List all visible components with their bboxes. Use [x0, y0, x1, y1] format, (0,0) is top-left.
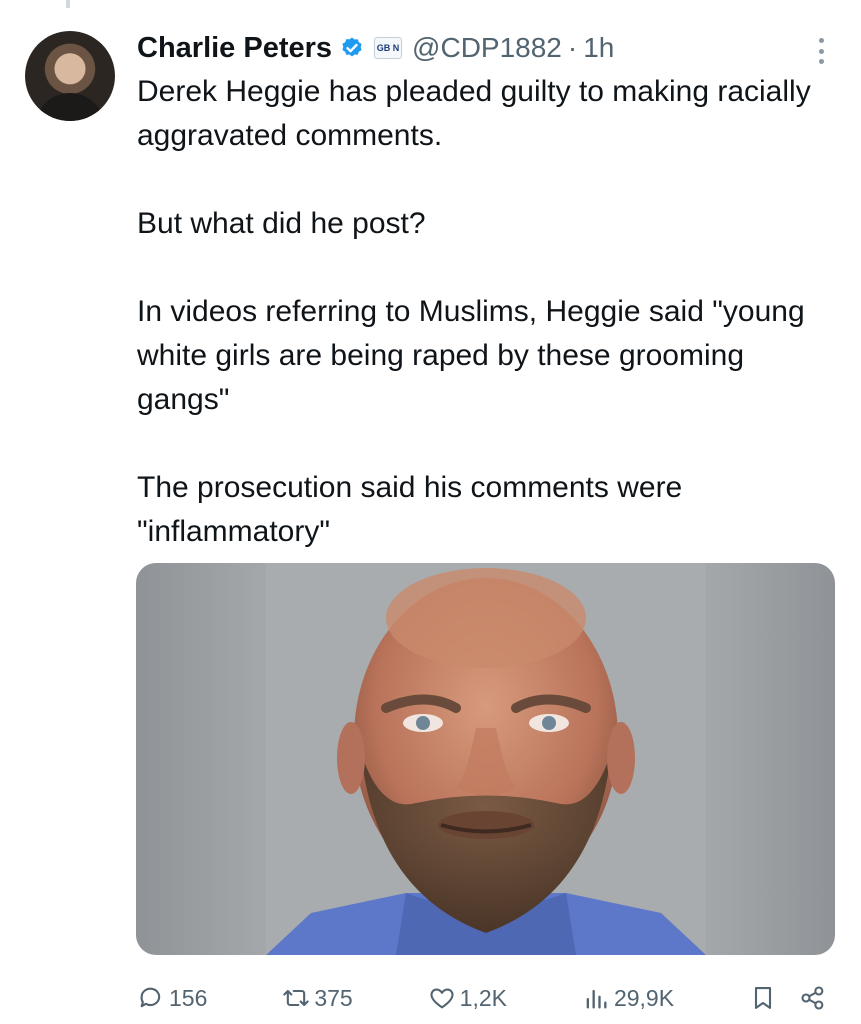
tweet-paragraph: The prosecution said his comments were "…	[137, 471, 683, 548]
tweet-media-photo[interactable]	[136, 563, 835, 955]
share-icon	[801, 986, 824, 1010]
avatar[interactable]	[25, 31, 115, 121]
reply-icon	[140, 987, 161, 1008]
share-button[interactable]	[799, 984, 827, 1012]
verified-badge-icon	[342, 37, 362, 57]
repost-button[interactable]: 375	[282, 984, 353, 1012]
tweet-paragraph: But what did he post?	[137, 207, 426, 240]
separator: ·	[567, 32, 578, 63]
repost-icon	[283, 989, 310, 1007]
handle[interactable]: @CDP1882	[412, 32, 562, 64]
views-count: 29,9K	[613, 984, 675, 1011]
like-count: 1,2K	[459, 984, 507, 1011]
bookmark-button[interactable]	[749, 984, 777, 1012]
display-name[interactable]: Charlie Peters	[137, 32, 332, 65]
avatar-shoulders	[35, 93, 105, 121]
affiliation-badge[interactable]: GB N	[374, 37, 403, 59]
timestamp[interactable]: 1h	[583, 32, 614, 64]
views-icon	[586, 989, 607, 1009]
tweet-text: Derek Heggie has pleaded guilty to makin…	[137, 70, 817, 554]
tweet-paragraph: Derek Heggie has pleaded guilty to makin…	[137, 75, 811, 152]
reply-button[interactable]: 156	[137, 984, 207, 1012]
repost-count: 375	[314, 984, 353, 1011]
like-button[interactable]: 1,2K	[428, 984, 507, 1012]
tweet-paragraph: In videos referring to Muslims, Heggie s…	[137, 295, 805, 416]
action-bar: 156 375 1,2K 29,9K	[137, 978, 827, 1018]
more-icon[interactable]	[817, 38, 825, 64]
reply-count: 156	[169, 984, 208, 1011]
tweet-header: Charlie Peters GB N @CDP1882 · 1h	[137, 28, 831, 68]
like-icon	[430, 988, 454, 1009]
bookmark-icon	[754, 987, 772, 1009]
mugshot-photo	[266, 563, 706, 955]
right-actions	[749, 984, 827, 1012]
views-button[interactable]: 29,9K	[582, 984, 674, 1012]
thread-connector	[66, 0, 70, 8]
